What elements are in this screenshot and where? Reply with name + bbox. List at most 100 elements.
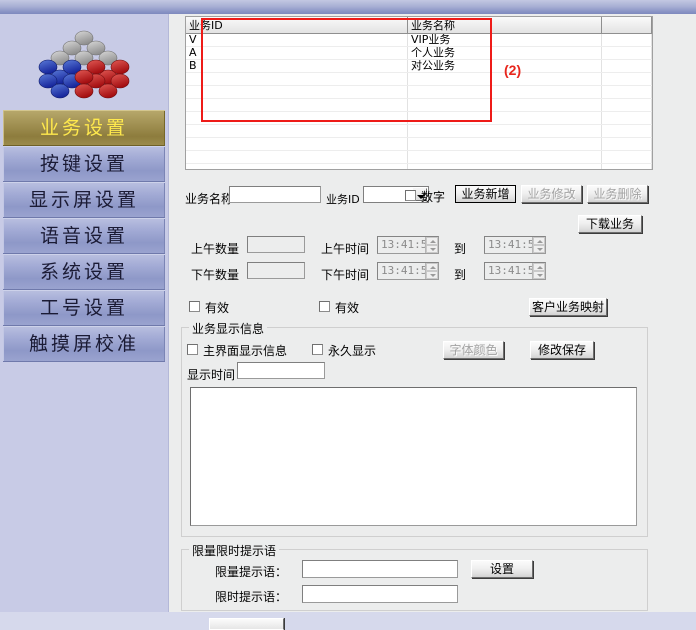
customer-business-mapping-button[interactable]: 客户业务映射 xyxy=(529,298,607,316)
table-body: V VIP业务 A 个人业务 B 对公业务 xyxy=(186,33,652,169)
table-row[interactable]: V VIP业务 xyxy=(186,33,652,47)
cell-extra xyxy=(601,150,652,164)
pm-time-from-spinner[interactable]: 13:41:52 xyxy=(377,262,439,280)
spinner-updown-icon[interactable] xyxy=(425,237,438,253)
permanent-display-label: 永久显示 xyxy=(328,344,377,358)
spinner-updown-icon[interactable] xyxy=(532,263,545,279)
cell-extra xyxy=(601,33,652,47)
download-business-button[interactable]: 下载业务 xyxy=(578,215,642,233)
sidebar-item-label: 语音设置 xyxy=(39,225,128,247)
sidebar-item-system-settings[interactable]: 系统设置 xyxy=(3,254,165,290)
cell-extra xyxy=(601,59,652,73)
quantity-prompt-input[interactable] xyxy=(302,560,458,578)
sidebar-item-display-settings[interactable]: 显示屏设置 xyxy=(3,182,165,218)
sidebar-item-label: 业务设置 xyxy=(39,117,128,139)
sidebar-item-label: 显示屏设置 xyxy=(28,189,139,211)
table-row[interactable] xyxy=(186,163,652,169)
table-row[interactable] xyxy=(186,72,652,86)
time-prompt-input[interactable] xyxy=(302,585,458,603)
pm-quantity-label: 下午数量 xyxy=(191,268,240,282)
delete-business-button[interactable]: 业务删除 xyxy=(587,185,648,203)
clipped-bottom-button[interactable] xyxy=(209,618,284,630)
business-id-select[interactable] xyxy=(363,186,429,203)
cell-extra xyxy=(601,85,652,99)
table-row[interactable] xyxy=(186,111,652,125)
cell-extra xyxy=(601,98,652,112)
spinner-updown-icon[interactable] xyxy=(532,237,545,253)
annotation-marker-2: (2) xyxy=(504,62,522,78)
sidebar-item-staff-id-settings[interactable]: 工号设置 xyxy=(3,290,165,326)
modify-save-button[interactable]: 修改保存 xyxy=(530,341,594,359)
checkbox-box[interactable] xyxy=(319,301,330,312)
am-valid-label: 有效 xyxy=(205,301,230,315)
add-business-button[interactable]: 业务新增 xyxy=(455,185,516,203)
sidebar-nav: 业务设置 按键设置 显示屏设置 语音设置 系统设置 工号设置 触摸屏校准 xyxy=(3,110,165,362)
sidebar: 业务设置 按键设置 显示屏设置 语音设置 系统设置 工号设置 触摸屏校准 xyxy=(0,14,169,612)
am-time-from-spinner[interactable]: 13:41:52 xyxy=(377,236,439,254)
modify-business-button[interactable]: 业务修改 xyxy=(521,185,582,203)
table-row[interactable] xyxy=(186,137,652,151)
table-row[interactable] xyxy=(186,98,652,112)
sidebar-item-label: 工号设置 xyxy=(39,297,128,319)
sidebar-item-touchscreen-calibration[interactable]: 触摸屏校准 xyxy=(3,326,165,362)
sidebar-item-voice-settings[interactable]: 语音设置 xyxy=(3,218,165,254)
column-header-business-name[interactable]: 业务名称 xyxy=(407,17,602,34)
limit-prompt-group-title: 限量限时提示语 xyxy=(189,542,280,559)
checkbox-box[interactable] xyxy=(312,344,323,355)
sidebar-item-label: 系统设置 xyxy=(39,261,128,283)
am-quantity-input[interactable] xyxy=(247,236,305,253)
checkbox-box[interactable] xyxy=(187,344,198,355)
business-name-input[interactable] xyxy=(229,186,321,203)
am-time-to-spinner[interactable]: 13:41:52 xyxy=(484,236,546,254)
display-content-textarea[interactable] xyxy=(190,387,637,526)
display-time-label: 显示时间 xyxy=(187,368,236,382)
cell-extra xyxy=(601,163,652,169)
display-time-input[interactable] xyxy=(237,362,325,379)
cell-business-name xyxy=(407,98,602,112)
business-list-grid[interactable]: 业务ID 业务名称 V VIP业务 A 个人业务 B 对公业务 (2) xyxy=(185,16,653,170)
cell-business-name xyxy=(407,85,602,99)
cell-business-id: V xyxy=(186,33,408,47)
table-row[interactable] xyxy=(186,150,652,164)
column-header-business-id[interactable]: 业务ID xyxy=(186,17,408,34)
cell-business-name xyxy=(407,163,602,169)
sidebar-item-key-settings[interactable]: 按键设置 xyxy=(3,146,165,182)
font-color-button[interactable]: 字体颜色 xyxy=(443,341,504,359)
app-logo-icon xyxy=(0,22,168,108)
column-header-extra[interactable] xyxy=(601,17,652,34)
cell-business-name xyxy=(407,111,602,125)
limit-prompt-group: 限量限时提示语 限量提示语： 设置 限时提示语： xyxy=(181,542,648,611)
business-table: 业务ID 业务名称 V VIP业务 A 个人业务 B 对公业务 xyxy=(186,17,652,169)
business-name-label: 业务名称 xyxy=(185,192,234,206)
digit-checkbox-label: 数字 xyxy=(421,190,446,204)
am-quantity-label: 上午数量 xyxy=(191,242,240,256)
cell-business-id xyxy=(186,137,408,151)
pm-to-label: 到 xyxy=(454,268,467,282)
table-row[interactable]: A 个人业务 xyxy=(186,46,652,60)
time-prompt-label: 限时提示语： xyxy=(215,590,288,604)
cell-extra xyxy=(601,124,652,138)
business-settings-pane: 业务ID 业务名称 V VIP业务 A 个人业务 B 对公业务 (2) 业务名称… xyxy=(169,14,696,630)
table-row[interactable]: B 对公业务 xyxy=(186,59,652,73)
cell-extra xyxy=(601,137,652,151)
sidebar-item-business-settings[interactable]: 业务设置 xyxy=(3,110,165,146)
cell-extra xyxy=(601,46,652,60)
cell-business-id xyxy=(186,85,408,99)
am-to-label: 到 xyxy=(454,242,467,256)
cell-business-id xyxy=(186,124,408,138)
pm-quantity-input[interactable] xyxy=(247,262,305,279)
main-screen-display-label: 主界面显示信息 xyxy=(203,344,288,358)
checkbox-box[interactable] xyxy=(405,190,416,201)
business-id-label: 业务ID xyxy=(326,193,360,206)
spinner-updown-icon[interactable] xyxy=(425,263,438,279)
set-button[interactable]: 设置 xyxy=(471,560,533,578)
cell-business-name: VIP业务 xyxy=(407,33,602,47)
cell-business-id xyxy=(186,111,408,125)
table-header-row: 业务ID 业务名称 xyxy=(186,17,652,34)
title-bar xyxy=(0,0,696,14)
application-window: 业务设置 按键设置 显示屏设置 语音设置 系统设置 工号设置 触摸屏校准 业务I… xyxy=(0,0,696,630)
checkbox-box[interactable] xyxy=(189,301,200,312)
table-row[interactable] xyxy=(186,124,652,138)
table-row[interactable] xyxy=(186,85,652,99)
pm-time-to-spinner[interactable]: 13:41:52 xyxy=(484,262,546,280)
